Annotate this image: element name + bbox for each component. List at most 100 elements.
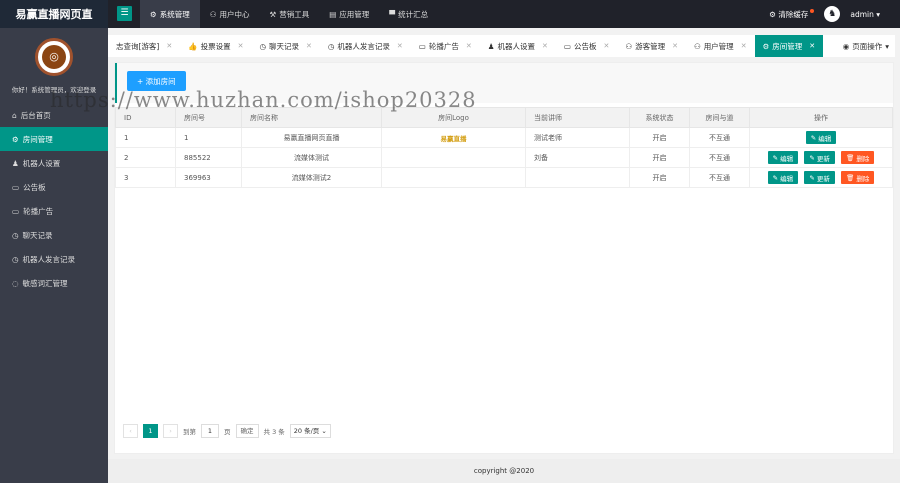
- goto-page-input[interactable]: 1: [201, 424, 219, 438]
- update-button[interactable]: ✎ 更新: [804, 171, 835, 184]
- topnav-marketing[interactable]: ⚒ 营销工具: [259, 0, 319, 28]
- table-row: 1 1 易赢直播网页直播 易赢直播 测试老师 开启 不互通 ✎ 编辑: [115, 127, 893, 148]
- pencil-icon: ✎: [772, 173, 781, 182]
- delete-button[interactable]: 🗑 删除: [841, 171, 875, 184]
- top-nav: ⚙ 系统管理 ⚇ 用户中心 ⚒ 营销工具 ▤ 应用管理 ▀ 统计汇总: [140, 0, 438, 28]
- close-icon[interactable]: ✕: [238, 42, 244, 50]
- close-icon[interactable]: ✕: [809, 42, 815, 50]
- menu-toggle-icon[interactable]: ☰: [117, 6, 132, 21]
- avatar-icon[interactable]: ♞: [824, 6, 841, 22]
- top-right: ⚙ 清除缓存 ♞ admin ▾: [769, 0, 880, 28]
- topnav-system[interactable]: ⚙ 系统管理: [140, 0, 200, 28]
- close-icon[interactable]: ✕: [542, 42, 548, 50]
- gear-icon: ⚙: [12, 134, 19, 144]
- update-button[interactable]: ✎ 更新: [804, 151, 835, 164]
- total-count: 共 3 条: [263, 428, 285, 436]
- col-status: 系统状态: [629, 107, 690, 128]
- board-icon: ▭: [12, 182, 20, 192]
- row-actions: ✎ 编辑: [749, 127, 893, 148]
- col-teacher: 当前讲师: [525, 107, 630, 128]
- goto-confirm-button[interactable]: 确定: [235, 424, 259, 438]
- rooms-table: ID 房间号 房间名称 房间Logo 当前讲师 系统状态 房间与道 操作 1 1…: [115, 107, 893, 188]
- room-logo-image: 易赢直播: [381, 127, 526, 148]
- close-icon[interactable]: ✕: [397, 42, 403, 50]
- sidebar-item-robot-log[interactable]: ◷ 机器人发言记录: [0, 247, 108, 271]
- tab-chat[interactable]: ◷ 聊天记录 ✕: [251, 35, 319, 57]
- sidebar-item-robot[interactable]: ♟ 机器人设置: [0, 151, 108, 175]
- tab-guests[interactable]: ⚇ 游客管理 ✕: [617, 35, 686, 57]
- tab-vote[interactable]: 👍 投票设置 ✕: [180, 35, 251, 57]
- gear-icon: ⚙: [150, 9, 157, 19]
- thumb-icon: 👍: [188, 41, 198, 51]
- tab-users[interactable]: ⚇ 用户管理 ✕: [686, 35, 755, 57]
- top-bar: 易赢直播网页直 ☰ ⚙ 系统管理 ⚇ 用户中心 ⚒ 营销工具 ▤ 应用管理 ▀ 统计汇总 …: [0, 0, 900, 28]
- sidebar-item-rooms[interactable]: ⚙ 房间管理: [0, 127, 108, 151]
- pencil-icon: ✎: [810, 133, 819, 142]
- user-menu[interactable]: admin ▾: [850, 10, 880, 19]
- caret-down-icon: ▾: [885, 41, 889, 51]
- tab-rooms[interactable]: ⚙ 房间管理 ✕: [754, 35, 824, 57]
- topnav-apps[interactable]: ▤ 应用管理: [319, 0, 379, 28]
- user-icon: ⚇: [209, 9, 217, 19]
- clear-cache-button[interactable]: ⚙ 清除缓存: [769, 8, 815, 20]
- col-flag: 房间与道: [689, 107, 750, 128]
- topnav-stats[interactable]: ▀ 统计汇总: [379, 0, 438, 28]
- clock-icon: ◷: [12, 254, 19, 264]
- sidebar-item-chat[interactable]: ◷ 聊天记录: [0, 223, 108, 247]
- row-actions: ✎ 编辑 ✎ 更新 🗑 删除: [749, 147, 893, 168]
- main-panel: + 添加房间 ID 房间号 房间名称 房间Logo 当前讲师 系统状态 房间与道…: [114, 62, 894, 454]
- close-icon[interactable]: ✕: [741, 42, 747, 50]
- circle-icon: ◌: [12, 278, 19, 288]
- tab-robot-log[interactable]: ◷ 机器人发言记录 ✕: [320, 35, 411, 57]
- edit-button[interactable]: ✎ 编辑: [767, 171, 799, 184]
- board-icon: ▭: [563, 41, 571, 51]
- tools-icon: ⚒: [269, 9, 277, 19]
- per-page-select[interactable]: 20 条/页 ⌄: [289, 424, 331, 438]
- sidebar-item-notice[interactable]: ▭ 公告板: [0, 175, 108, 199]
- prev-page-icon[interactable]: ‹: [123, 424, 138, 438]
- page-unit: 页: [224, 428, 231, 436]
- app-logo: 易赢直播网页直: [0, 0, 108, 28]
- table-row: 3 369963 流媒体测试2 开启 不互通 ✎ 编辑 ✎ 更新 🗑 删除: [115, 167, 893, 188]
- page-current[interactable]: 1: [143, 424, 158, 438]
- pencil-icon: ✎: [809, 173, 817, 182]
- close-icon[interactable]: ✕: [306, 42, 312, 50]
- robot-icon: ♟: [487, 41, 495, 51]
- sidebar-item-banner[interactable]: ▭ 轮播广告: [0, 199, 108, 223]
- topnav-users[interactable]: ⚇ 用户中心: [200, 0, 260, 28]
- tab-notice[interactable]: ▭ 公告板 ✕: [556, 35, 617, 57]
- sidebar-item-words[interactable]: ◌ 敏感词汇管理: [0, 271, 108, 295]
- page-ops-dropdown[interactable]: ◉ 页面操作 ▾: [836, 35, 889, 57]
- col-actions: 操作: [749, 107, 893, 128]
- gear-icon: ⚙: [762, 41, 770, 51]
- tab-log[interactable]: 志查询[游客] ✕: [108, 35, 180, 57]
- close-icon[interactable]: ✕: [166, 42, 172, 50]
- goto-label: 到第: [183, 428, 196, 436]
- close-icon[interactable]: ✕: [672, 42, 678, 50]
- close-icon[interactable]: ✕: [603, 42, 609, 50]
- home-icon: ⌂: [12, 110, 17, 120]
- delete-button[interactable]: 🗑 删除: [841, 151, 875, 164]
- trash-icon: 🗑: [846, 173, 857, 182]
- table-row: 2 885522 流媒体测试 刘备 开启 不互通 ✎ 编辑 ✎ 更新 🗑 删除: [115, 147, 893, 168]
- pencil-icon: ✎: [809, 153, 817, 162]
- footer: copyright @2020: [108, 459, 900, 483]
- apps-icon: ▤: [329, 9, 337, 19]
- close-icon[interactable]: ✕: [466, 42, 472, 50]
- notification-dot: [810, 8, 815, 13]
- logo-emblem-icon: ◎: [42, 45, 66, 69]
- robot-icon: ♟: [12, 158, 19, 168]
- next-page-icon[interactable]: ›: [163, 424, 178, 438]
- sidebar-menu: ⌂ 后台首页 ⚙ 房间管理 ♟ 机器人设置 ▭ 公告板 ▭ 轮播广告 ◷ 聊天记录 ◷ 机器人…: [0, 103, 108, 295]
- user-icon: ⚇: [625, 41, 633, 51]
- tab-robot[interactable]: ♟ 机器人设置 ✕: [480, 35, 556, 57]
- banner-icon: ▭: [418, 41, 426, 51]
- trash-icon: 🗑: [846, 153, 857, 162]
- banner-icon: ▭: [12, 206, 20, 216]
- watermark: https://www.huzhan.com/ishop20328: [50, 88, 477, 112]
- tab-banner[interactable]: ▭ 轮播广告 ✕: [411, 35, 480, 57]
- edit-button[interactable]: ✎ 编辑: [767, 151, 799, 164]
- edit-button[interactable]: ✎ 编辑: [805, 131, 837, 144]
- clock-icon: ◷: [12, 230, 19, 240]
- clock-icon: ◷: [327, 41, 335, 51]
